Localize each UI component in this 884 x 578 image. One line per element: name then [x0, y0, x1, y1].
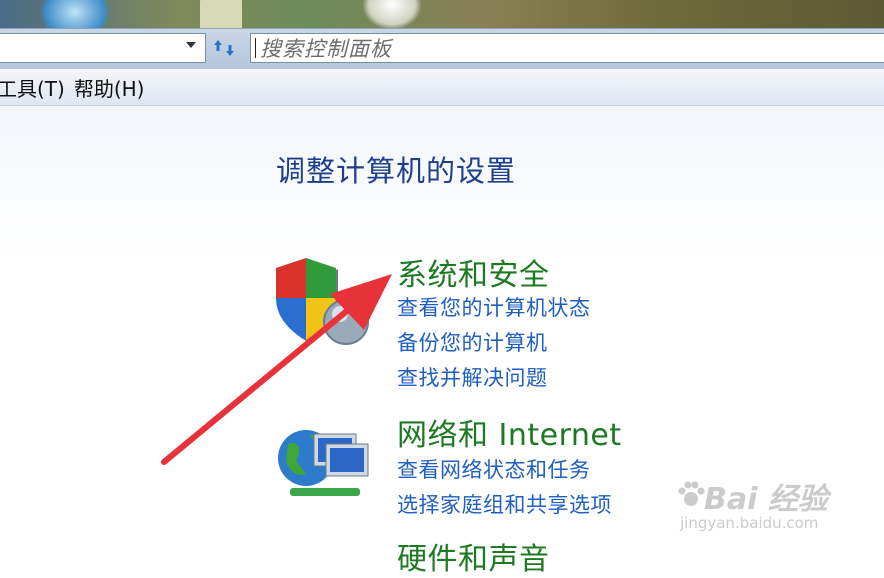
watermark-brand: Bai 经验: [704, 482, 828, 517]
baidu-watermark: Bai 经验 jingyan.baidu.com: [676, 474, 876, 544]
paw-icon: [678, 481, 705, 506]
annotation-arrow: [161, 274, 392, 465]
watermark-url: jingyan.baidu.com: [680, 514, 819, 532]
